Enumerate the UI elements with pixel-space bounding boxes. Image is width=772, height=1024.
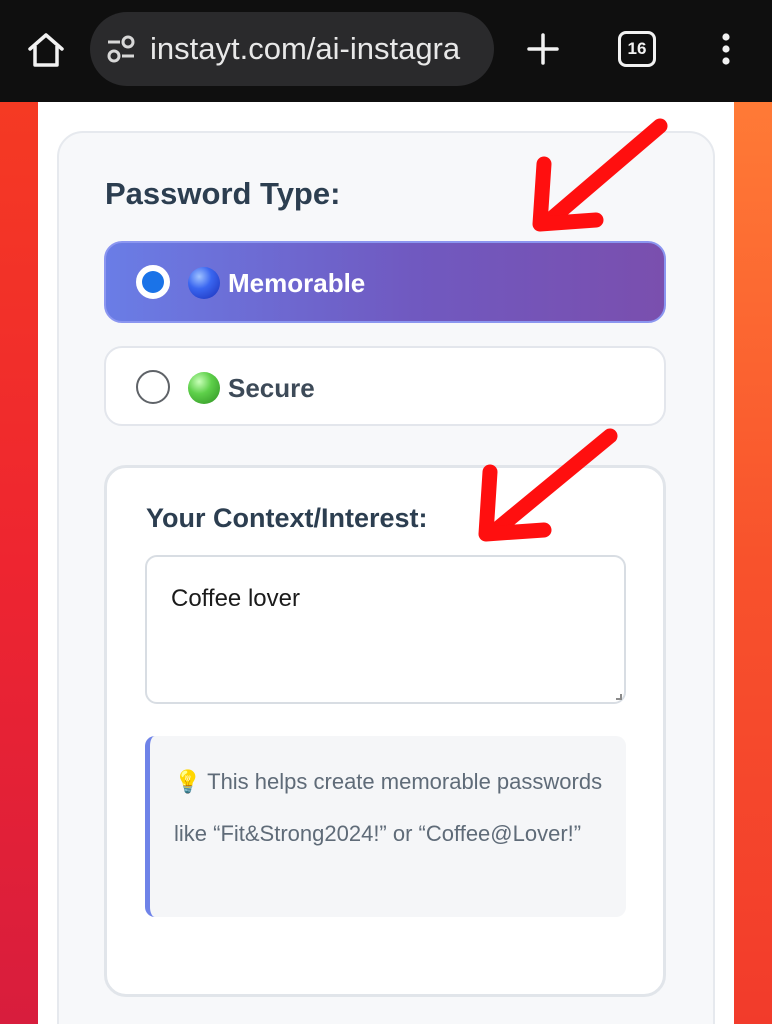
page-background-left [0, 102, 38, 1024]
site-settings-icon[interactable] [106, 35, 136, 63]
plus-icon [527, 33, 559, 65]
hint-text: This helps create memorable passwords li… [174, 769, 603, 846]
more-options-button[interactable] [712, 26, 740, 72]
green-circle-icon [188, 372, 220, 404]
option-secure[interactable]: Secure [104, 346, 666, 426]
option-memorable-label: Memorable [228, 268, 366, 298]
annotation-arrow-icon [532, 118, 668, 232]
home-button[interactable] [18, 24, 74, 76]
page-background-right [734, 102, 772, 1024]
tab-switcher-button[interactable]: 16 [618, 31, 656, 67]
more-vert-icon [722, 33, 730, 65]
radio-secure[interactable] [136, 370, 170, 404]
resize-handle[interactable] [616, 694, 622, 700]
hint-box: 💡 This helps create memorable passwords … [145, 736, 626, 917]
option-memorable[interactable]: Memorable [104, 241, 666, 323]
address-bar[interactable]: instayt.com/ai-instagra [90, 12, 494, 86]
context-label: Your Context/Interest: [146, 503, 428, 533]
option-secure-label: Secure [228, 373, 315, 403]
new-tab-button[interactable] [520, 26, 566, 72]
blue-circle-icon [188, 267, 220, 299]
browser-toolbar: instayt.com/ai-instagra 16 [0, 0, 772, 102]
lightbulb-icon: 💡 [174, 769, 202, 794]
annotation-arrow-icon [478, 428, 618, 542]
password-type-label: Password Type: [105, 176, 341, 211]
home-icon [28, 33, 64, 67]
context-input[interactable]: Coffee lover [145, 555, 626, 704]
url-text: instayt.com/ai-instagra [150, 31, 461, 66]
radio-memorable[interactable] [136, 265, 170, 299]
